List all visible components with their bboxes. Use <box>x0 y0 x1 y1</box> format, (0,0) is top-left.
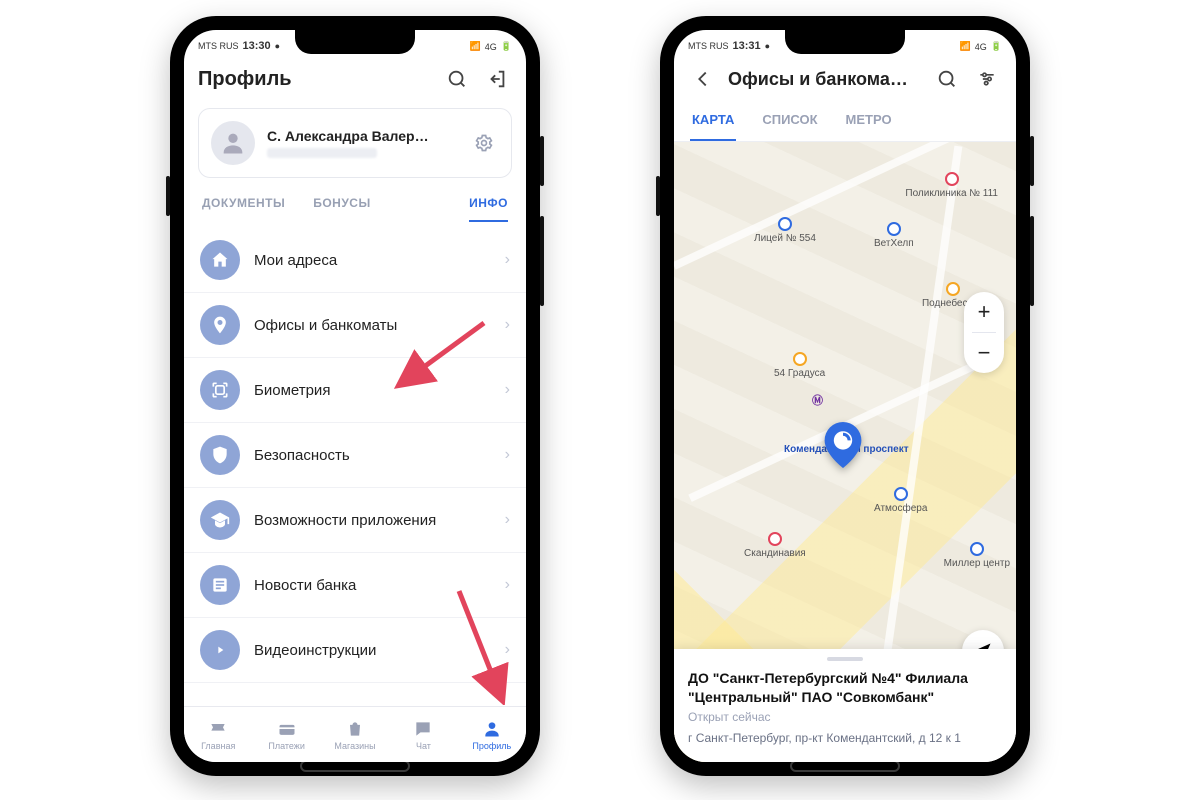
back-icon[interactable] <box>688 64 718 94</box>
graduation-icon <box>200 500 240 540</box>
branch-open-status: Открыт сейчас <box>688 710 1002 724</box>
map-poi[interactable]: Миллер центр <box>944 542 1010 569</box>
menu-item-video-guides[interactable]: Видеоинструкции › <box>184 618 526 683</box>
page-title: Офисы и банкома… <box>728 69 922 90</box>
tab-bonuses[interactable]: БОНУСЫ <box>313 196 371 222</box>
menu-item-security[interactable]: Безопасность › <box>184 423 526 488</box>
nav-chat[interactable]: Чат <box>389 707 457 762</box>
menu-item-offices-atms[interactable]: Офисы и банкоматы › <box>184 293 526 358</box>
biometrics-icon <box>200 370 240 410</box>
map-poi[interactable]: Атмосфера <box>874 487 927 514</box>
tab-documents[interactable]: ДОКУМЕНТЫ <box>202 196 285 222</box>
map-area[interactable]: Поликлиника № 111 Лицей № 554 ВетХелп По… <box>674 142 1016 762</box>
nav-profile[interactable]: Профиль <box>458 707 526 762</box>
map-poi[interactable]: 54 Градуса <box>774 352 825 379</box>
profile-card[interactable]: С. Александра Валер… <box>198 108 512 178</box>
bottom-nav: Главная Платежи Магазины Чат Профиль <box>184 706 526 762</box>
map-poi[interactable]: Скандинавия <box>744 532 806 559</box>
tab-map[interactable]: КАРТА <box>690 100 736 141</box>
avatar-icon <box>211 121 255 165</box>
filter-icon[interactable] <box>972 64 1002 94</box>
pin-icon <box>200 305 240 345</box>
menu-item-news[interactable]: Новости банка › <box>184 553 526 618</box>
status-clock: 13:30 <box>243 40 271 52</box>
search-icon[interactable] <box>932 64 962 94</box>
map-selected-pin-icon[interactable] <box>824 422 862 460</box>
nav-home[interactable]: Главная <box>184 707 252 762</box>
chevron-right-icon: › <box>505 251 510 269</box>
sheet-handle-icon[interactable] <box>827 657 863 661</box>
nav-shops[interactable]: Магазины <box>321 707 389 762</box>
branch-info-card[interactable]: ДО "Санкт-Петербургский №4" Филиала "Цен… <box>674 649 1016 762</box>
logout-icon[interactable] <box>482 64 512 94</box>
phone-frame-right: MTS RUS 13:31 ● 📶4G🔋 Офисы и банкома… КА… <box>660 16 1030 776</box>
chevron-right-icon: › <box>505 381 510 399</box>
info-menu-list: Мои адреса › Офисы и банкоматы › Биометр… <box>184 222 526 683</box>
zoom-in-button[interactable]: + <box>964 292 1004 332</box>
carrier-label: MTS RUS <box>198 41 239 51</box>
news-icon <box>200 565 240 605</box>
chevron-right-icon: › <box>505 446 510 464</box>
zoom-controls: + − <box>964 292 1004 373</box>
play-icon <box>200 630 240 670</box>
profile-name: С. Александра Валер… <box>267 128 457 144</box>
chevron-right-icon: › <box>505 641 510 659</box>
shield-icon <box>200 435 240 475</box>
home-icon <box>200 240 240 280</box>
profile-tabs: ДОКУМЕНТЫ БОНУСЫ ИНФО <box>184 186 526 222</box>
map-tabs: КАРТА СПИСОК МЕТРО <box>674 100 1016 141</box>
tab-list[interactable]: СПИСОК <box>760 100 819 141</box>
menu-item-app-features[interactable]: Возможности приложения › <box>184 488 526 553</box>
page-title: Профиль <box>198 68 432 91</box>
map-poi[interactable]: Поликлиника № 111 <box>905 172 998 199</box>
phone-frame-left: MTS RUS 13:30 ● 📶4G🔋 Профиль С. Александ… <box>170 16 540 776</box>
chevron-right-icon: › <box>505 511 510 529</box>
map-poi[interactable]: ВетХелп <box>874 222 914 249</box>
tab-metro[interactable]: МЕТРО <box>844 100 894 141</box>
menu-item-biometrics[interactable]: Биометрия › <box>184 358 526 423</box>
zoom-out-button[interactable]: − <box>964 333 1004 373</box>
tab-info[interactable]: ИНФО <box>469 196 508 222</box>
map-poi[interactable]: Лицей № 554 <box>754 217 816 244</box>
nav-payments[interactable]: Платежи <box>252 707 320 762</box>
branch-address: г Санкт-Петербург, пр-кт Комендантский, … <box>688 730 1002 746</box>
metro-icon: Ⓜ <box>812 392 823 408</box>
menu-item-addresses[interactable]: Мои адреса › <box>184 228 526 293</box>
branch-title: ДО "Санкт-Петербургский №4" Филиала "Цен… <box>688 669 1002 705</box>
profile-phone-redacted <box>267 148 377 158</box>
search-icon[interactable] <box>442 64 472 94</box>
chevron-right-icon: › <box>505 316 510 334</box>
chevron-right-icon: › <box>505 576 510 594</box>
gear-icon[interactable] <box>469 128 499 158</box>
